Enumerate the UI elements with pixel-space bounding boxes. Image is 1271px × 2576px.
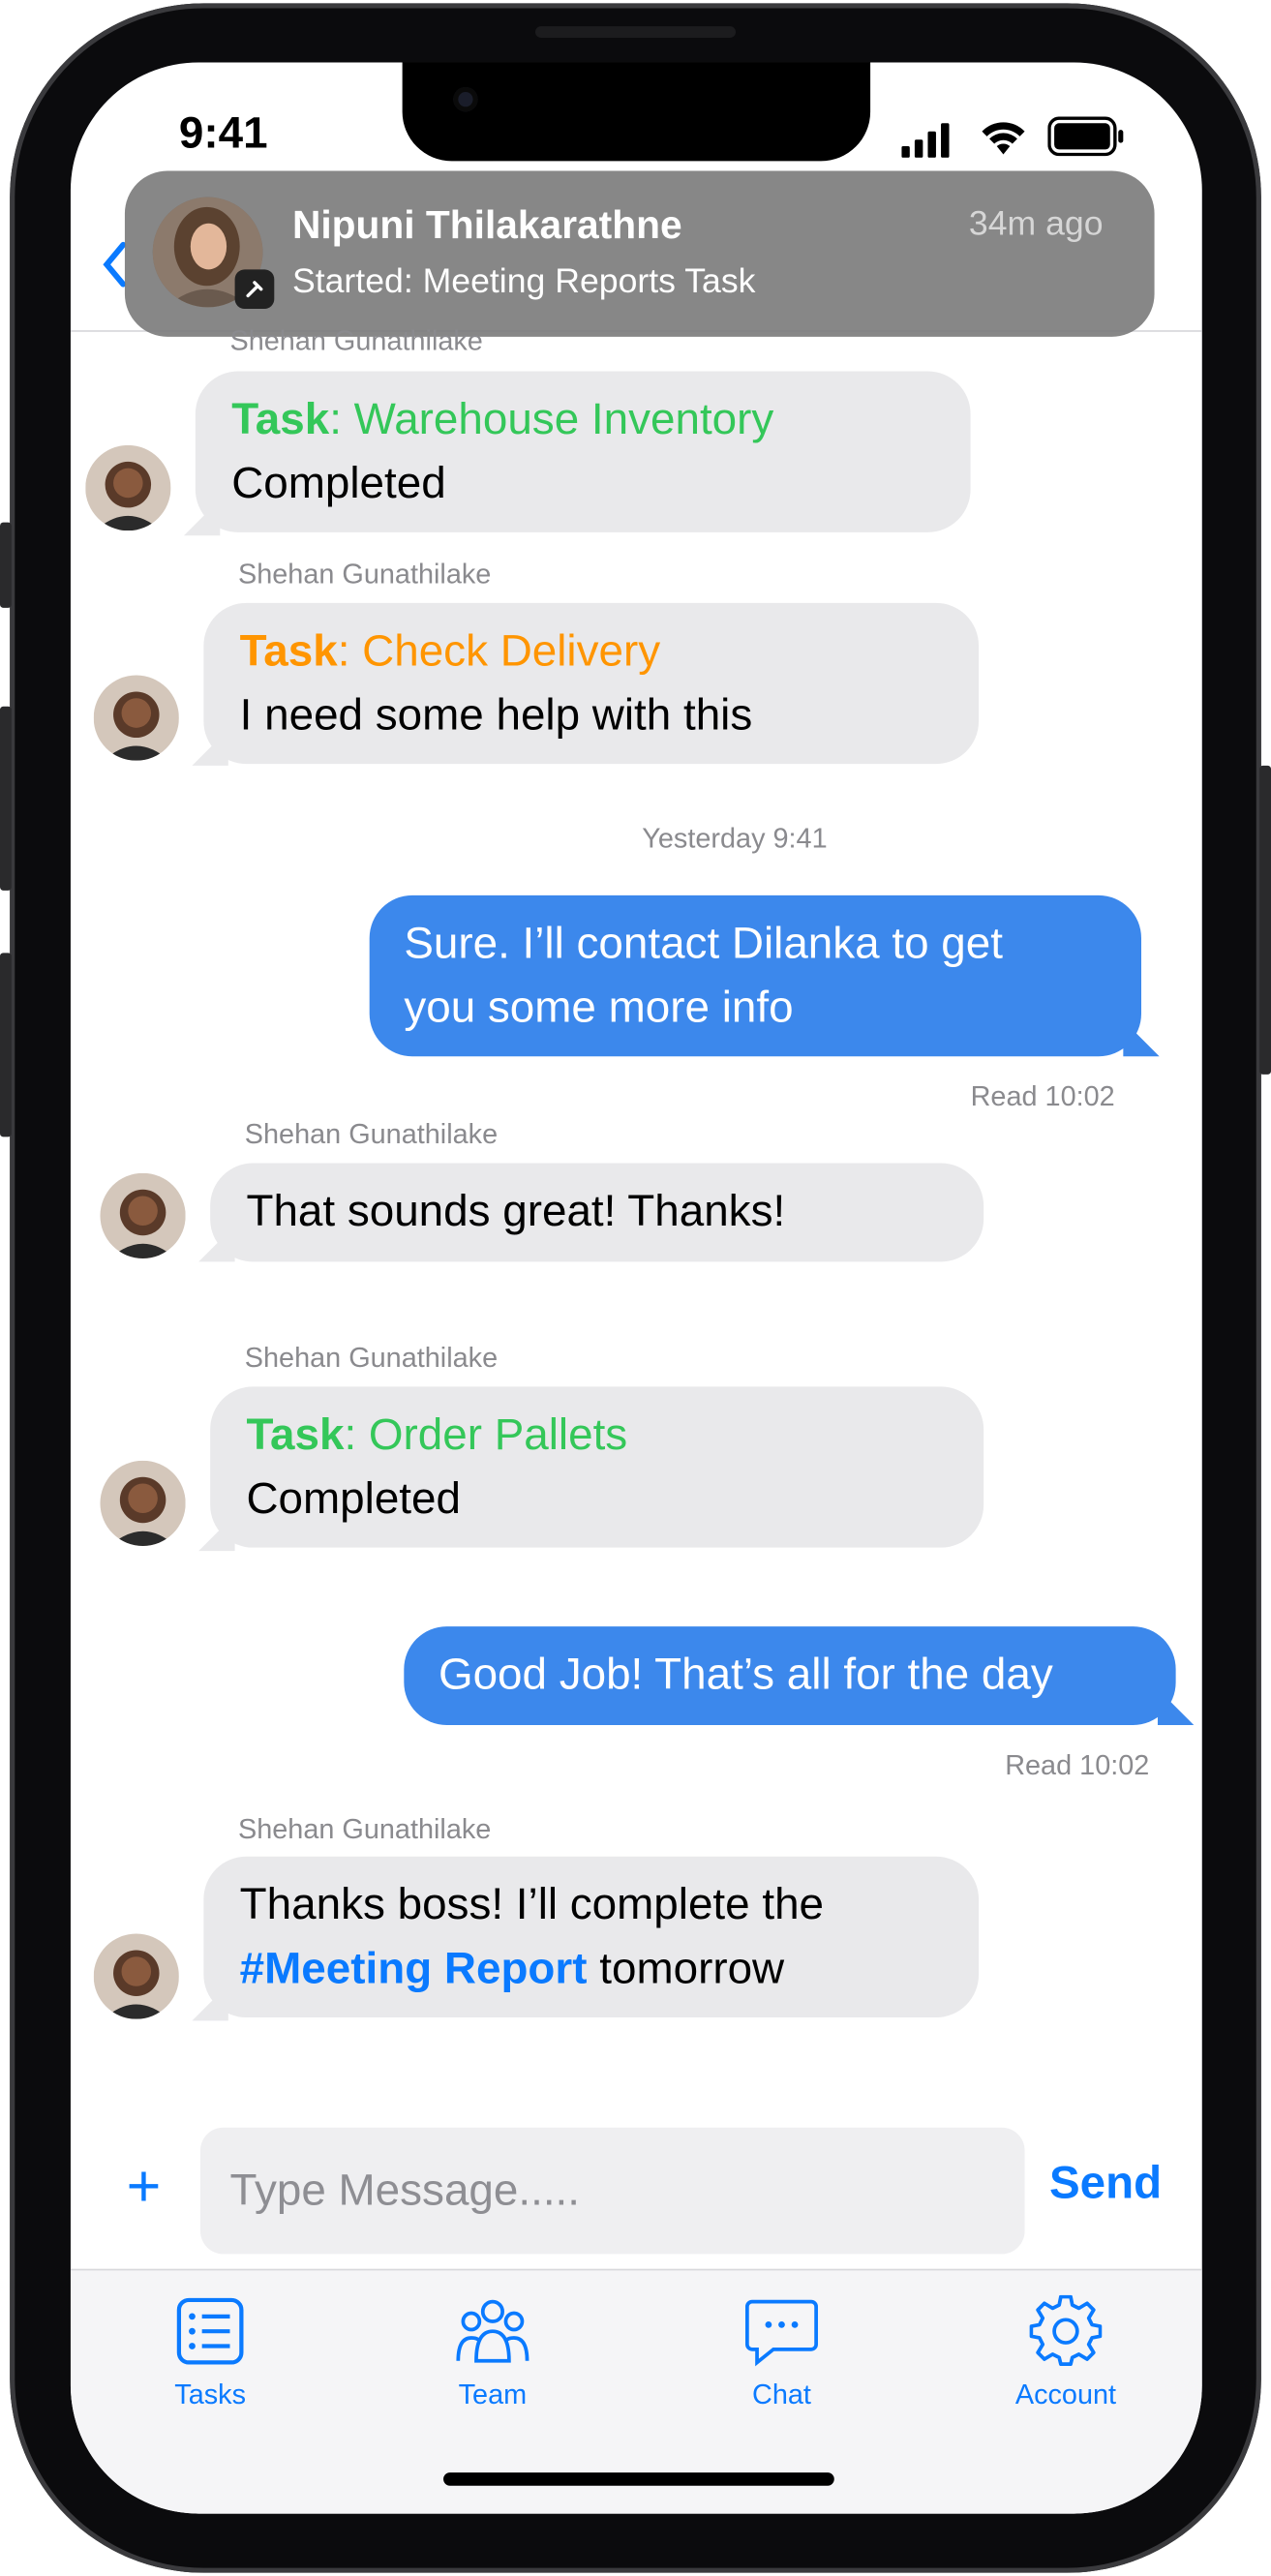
avatar [100, 1172, 186, 1258]
message-input-container [199, 2127, 1025, 2255]
message-input[interactable] [199, 2127, 1025, 2255]
notification-message: Started: Meeting Reports Task [291, 262, 756, 301]
notification-sender: Nipuni Thilakarathne [291, 203, 682, 249]
chat-bubble-icon [744, 2299, 818, 2367]
sender-name: Shehan Gunathilake [229, 325, 483, 357]
phone-screen: 9:41 Nipuni Thilakarathne Started: Meeti… [70, 62, 1202, 2514]
hashtag-link[interactable]: #Meeting Report [240, 1944, 588, 1993]
message-text: Completed [231, 458, 446, 508]
volume-down-button [0, 953, 12, 1137]
message-bubble[interactable]: Task: Order Pallets Completed [210, 1386, 984, 1548]
tab-team[interactable]: Team [394, 2295, 591, 2411]
notification-banner[interactable]: Nipuni Thilakarathne Started: Meeting Re… [124, 170, 1155, 337]
tab-account[interactable]: Account [967, 2294, 1165, 2411]
message-bubble[interactable]: That sounds great! Thanks! [210, 1163, 984, 1262]
message-text: That sounds great! Thanks! [246, 1186, 786, 1236]
read-receipt: Read 10:02 [970, 1080, 1115, 1112]
message-text: you some more info [404, 982, 794, 1032]
home-indicator[interactable] [443, 2472, 834, 2486]
battery-icon [1047, 116, 1126, 164]
tab-label: Tasks [174, 2379, 247, 2410]
action-button [0, 522, 12, 608]
power-button [1259, 765, 1271, 1075]
message-text: tomorrow [587, 1943, 785, 1993]
date-separator: Yesterday 9:41 [642, 823, 828, 855]
tab-tasks[interactable]: Tasks [111, 2295, 309, 2411]
add-attachment-button[interactable]: + [127, 2156, 162, 2216]
message-bubble-outgoing[interactable]: Sure. I’ll contact Dilanka to get you so… [369, 894, 1141, 1057]
wifi-icon [979, 118, 1028, 166]
task-label: Task [239, 625, 338, 676]
task-name[interactable]: : Warehouse Inventory [329, 394, 773, 443]
avatar [100, 1460, 186, 1546]
dynamic-island [402, 62, 871, 162]
app-badge-icon [234, 269, 275, 310]
read-receipt: Read 10:02 [1005, 1749, 1150, 1781]
message-text: Thanks boss! I’ll complete the [239, 1879, 825, 1929]
sender-name: Shehan Gunathilake [244, 1342, 499, 1374]
team-icon [456, 2299, 530, 2363]
signal-icon [901, 122, 953, 167]
message-bubble[interactable]: Task: Warehouse Inventory Completed [195, 371, 971, 532]
message-text: Good Job! That’s all for the day [438, 1649, 1053, 1699]
message-bubble[interactable]: Task: Check Delivery I need some help wi… [203, 602, 980, 765]
task-name[interactable]: : Order Pallets [344, 1409, 627, 1459]
sender-name: Shehan Gunathilake [237, 1813, 492, 1845]
message-text: I need some help with this [239, 689, 753, 740]
gear-icon [1029, 2294, 1103, 2366]
tab-label: Chat [752, 2379, 811, 2410]
task-label: Task [246, 1409, 345, 1460]
avatar [85, 444, 171, 531]
send-button[interactable]: Send [1049, 2157, 1162, 2209]
avatar [93, 675, 179, 761]
sender-name: Shehan Gunathilake [237, 559, 492, 591]
message-text: Sure. I’ll contact Dilanka to get [404, 918, 1003, 968]
message-bubble-outgoing[interactable]: Good Job! That’s all for the day [404, 1626, 1176, 1725]
message-bubble[interactable]: Thanks boss! I’ll complete the #Meeting … [203, 1856, 980, 2018]
earpiece-speaker [535, 26, 736, 39]
tab-chat[interactable]: Chat [683, 2295, 881, 2411]
tab-label: Team [458, 2379, 528, 2410]
avatar [93, 1933, 179, 2019]
tab-label: Account [1014, 2379, 1117, 2410]
sender-name: Shehan Gunathilake [244, 1118, 499, 1150]
volume-up-button [0, 706, 12, 891]
front-camera [453, 86, 478, 112]
notification-time: 34m ago [968, 205, 1104, 244]
status-time: 9:41 [178, 108, 268, 158]
message-text: Completed [246, 1473, 461, 1524]
task-label: Task [231, 394, 330, 444]
list-icon [176, 2297, 244, 2365]
task-name[interactable]: : Check Delivery [338, 626, 660, 676]
